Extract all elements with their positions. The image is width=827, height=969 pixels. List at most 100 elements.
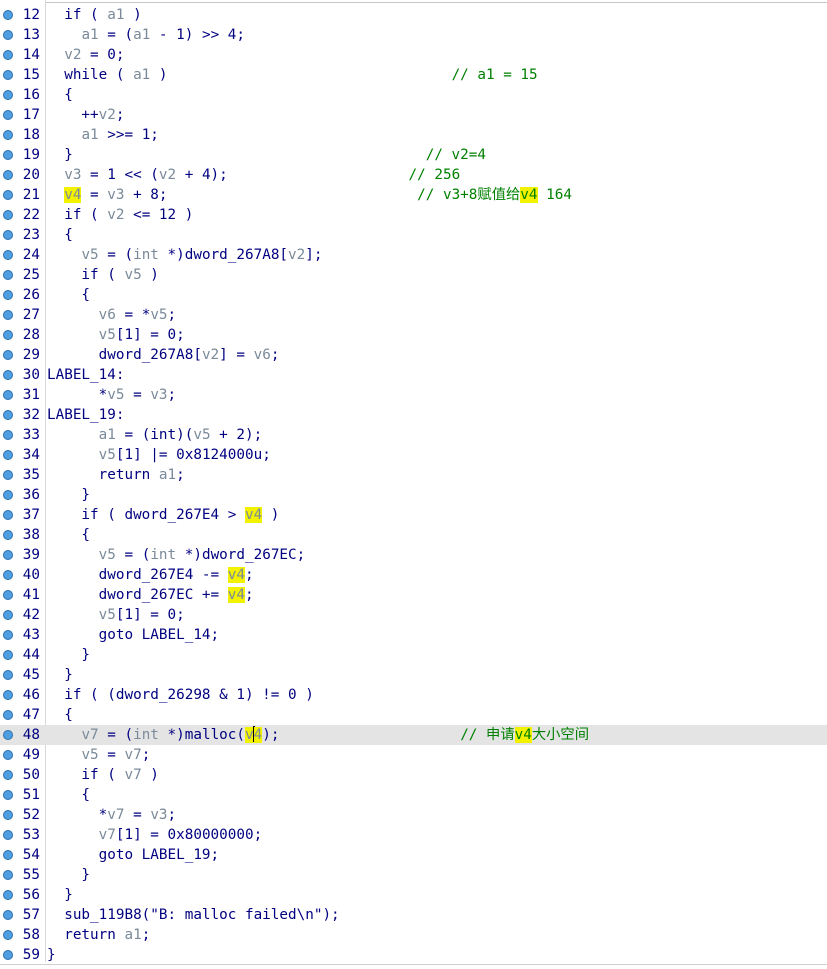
code-line[interactable]: 56 }	[0, 885, 827, 905]
code-line[interactable]: 46 if ( (dword_26298 & 1) != 0 )	[0, 685, 827, 705]
code-text[interactable]: if ( (dword_26298 & 1) != 0 )	[47, 685, 314, 705]
code-text[interactable]: {	[47, 705, 73, 725]
code-text[interactable]: {	[47, 285, 90, 305]
code-line[interactable]: 45 }	[0, 665, 827, 685]
breakpoint-dot-icon[interactable]	[3, 430, 13, 440]
code-line[interactable]: 55 }	[0, 865, 827, 885]
code-text[interactable]: v5[1] |= 0x8124000u;	[47, 445, 271, 465]
code-line[interactable]: 18 a1 >>= 1;	[0, 125, 827, 145]
code-line[interactable]: 23 {	[0, 225, 827, 245]
code-line[interactable]: 19 } // v2=4	[0, 145, 827, 165]
code-text[interactable]: goto LABEL_14;	[47, 625, 220, 645]
code-line[interactable]: 50 if ( v7 )	[0, 765, 827, 785]
code-text[interactable]: if ( v2 <= 12 )	[47, 205, 193, 225]
breakpoint-dot-icon[interactable]	[3, 290, 13, 300]
breakpoint-dot-icon[interactable]	[3, 230, 13, 240]
breakpoint-dot-icon[interactable]	[3, 70, 13, 80]
code-text[interactable]: }	[47, 665, 73, 685]
breakpoint-dot-icon[interactable]	[3, 490, 13, 500]
breakpoint-dot-icon[interactable]	[3, 390, 13, 400]
code-line[interactable]: 40 dword_267E4 -= v4;	[0, 565, 827, 585]
breakpoint-dot-icon[interactable]	[3, 250, 13, 260]
code-text[interactable]: LABEL_19:	[47, 405, 124, 425]
code-line[interactable]: 21 v4 = v3 + 8; // v3+8赋值给v4 164	[0, 185, 827, 205]
code-text[interactable]: dword_267A8[v2] = v6;	[47, 345, 280, 365]
breakpoint-dot-icon[interactable]	[3, 670, 13, 680]
code-text[interactable]: sub_119B8("B: malloc failed\n");	[47, 905, 339, 925]
code-line[interactable]: 24 v5 = (int *)dword_267A8[v2];	[0, 245, 827, 265]
code-text[interactable]: {	[47, 225, 73, 245]
code-line[interactable]: 17 ++v2;	[0, 105, 827, 125]
code-line[interactable]: 54 goto LABEL_19;	[0, 845, 827, 865]
code-line[interactable]: 47 {	[0, 705, 827, 725]
pseudocode-view[interactable]: 12 if ( a1 ) 13 a1 = (a1 - 1) >> 4; 14 v2 …	[0, 0, 827, 969]
breakpoint-dot-icon[interactable]	[3, 190, 13, 200]
code-text[interactable]: v5 = (int *)dword_267A8[v2];	[47, 245, 322, 265]
code-line[interactable]: 41 dword_267EC += v4;	[0, 585, 827, 605]
code-line[interactable]: 22 if ( v2 <= 12 )	[0, 205, 827, 225]
breakpoint-dot-icon[interactable]	[3, 550, 13, 560]
breakpoint-dot-icon[interactable]	[3, 590, 13, 600]
code-text[interactable]: {	[47, 785, 90, 805]
code-line[interactable]: 12 if ( a1 )	[0, 5, 827, 25]
code-line[interactable]: 36 }	[0, 485, 827, 505]
breakpoint-dot-icon[interactable]	[3, 750, 13, 760]
code-text[interactable]: } // v2=4	[47, 145, 486, 165]
code-text[interactable]: }	[47, 865, 90, 885]
code-line[interactable]: 34 v5[1] |= 0x8124000u;	[0, 445, 827, 465]
code-line[interactable]: 51 {	[0, 785, 827, 805]
breakpoint-dot-icon[interactable]	[3, 530, 13, 540]
code-text[interactable]: *v5 = v3;	[47, 385, 177, 405]
breakpoint-dot-icon[interactable]	[3, 150, 13, 160]
breakpoint-dot-icon[interactable]	[3, 10, 13, 20]
breakpoint-dot-icon[interactable]	[3, 870, 13, 880]
code-text[interactable]: dword_267EC += v4;	[47, 585, 254, 605]
breakpoint-dot-icon[interactable]	[3, 90, 13, 100]
code-text[interactable]: while ( a1 ) // a1 = 15	[47, 65, 537, 85]
code-text[interactable]: return a1;	[47, 925, 150, 945]
breakpoint-dot-icon[interactable]	[3, 890, 13, 900]
code-text[interactable]: {	[47, 525, 90, 545]
code-line[interactable]: 32 LABEL_19:	[0, 405, 827, 425]
breakpoint-dot-icon[interactable]	[3, 270, 13, 280]
code-text[interactable]: a1 >>= 1;	[47, 125, 158, 145]
code-line[interactable]: 42 v5[1] = 0;	[0, 605, 827, 625]
breakpoint-dot-icon[interactable]	[3, 510, 13, 520]
breakpoint-dot-icon[interactable]	[3, 130, 13, 140]
breakpoint-dot-icon[interactable]	[3, 710, 13, 720]
code-line[interactable]: 27 v6 = *v5;	[0, 305, 827, 325]
code-line[interactable]: 14 v2 = 0;	[0, 45, 827, 65]
code-line[interactable]: 26 {	[0, 285, 827, 305]
code-line[interactable]: 16 {	[0, 85, 827, 105]
breakpoint-dot-icon[interactable]	[3, 930, 13, 940]
code-text[interactable]: v5[1] = 0;	[47, 325, 185, 345]
code-line[interactable]: 28 v5[1] = 0;	[0, 325, 827, 345]
code-text[interactable]: v5[1] = 0;	[47, 605, 185, 625]
code-text[interactable]: a1 = (a1 - 1) >> 4;	[47, 25, 245, 45]
code-line[interactable]: 29 dword_267A8[v2] = v6;	[0, 345, 827, 365]
code-text[interactable]: *v7 = v3;	[47, 805, 177, 825]
breakpoint-dot-icon[interactable]	[3, 470, 13, 480]
code-line[interactable]: 39 v5 = (int *)dword_267EC;	[0, 545, 827, 565]
code-line[interactable]: 13 a1 = (a1 - 1) >> 4;	[0, 25, 827, 45]
code-text[interactable]: v4 = v3 + 8; // v3+8赋值给v4 164	[47, 185, 572, 205]
breakpoint-dot-icon[interactable]	[3, 310, 13, 320]
breakpoint-dot-icon[interactable]	[3, 330, 13, 340]
breakpoint-dot-icon[interactable]	[3, 690, 13, 700]
code-line[interactable]: 57 sub_119B8("B: malloc failed\n");	[0, 905, 827, 925]
breakpoint-dot-icon[interactable]	[3, 950, 13, 960]
breakpoint-dot-icon[interactable]	[3, 650, 13, 660]
code-text[interactable]: dword_267E4 -= v4;	[47, 565, 254, 585]
code-line[interactable]: 31 *v5 = v3;	[0, 385, 827, 405]
code-text[interactable]: }	[47, 485, 90, 505]
code-line[interactable]: 30 LABEL_14:	[0, 365, 827, 385]
breakpoint-dot-icon[interactable]	[3, 850, 13, 860]
code-text[interactable]: return a1;	[47, 465, 185, 485]
code-line[interactable]: 44 }	[0, 645, 827, 665]
code-text[interactable]: }	[47, 945, 56, 965]
breakpoint-dot-icon[interactable]	[3, 730, 13, 740]
breakpoint-dot-icon[interactable]	[3, 370, 13, 380]
code-text[interactable]: v2 = 0;	[47, 45, 124, 65]
breakpoint-dot-icon[interactable]	[3, 610, 13, 620]
code-text[interactable]: v5 = v7;	[47, 745, 150, 765]
